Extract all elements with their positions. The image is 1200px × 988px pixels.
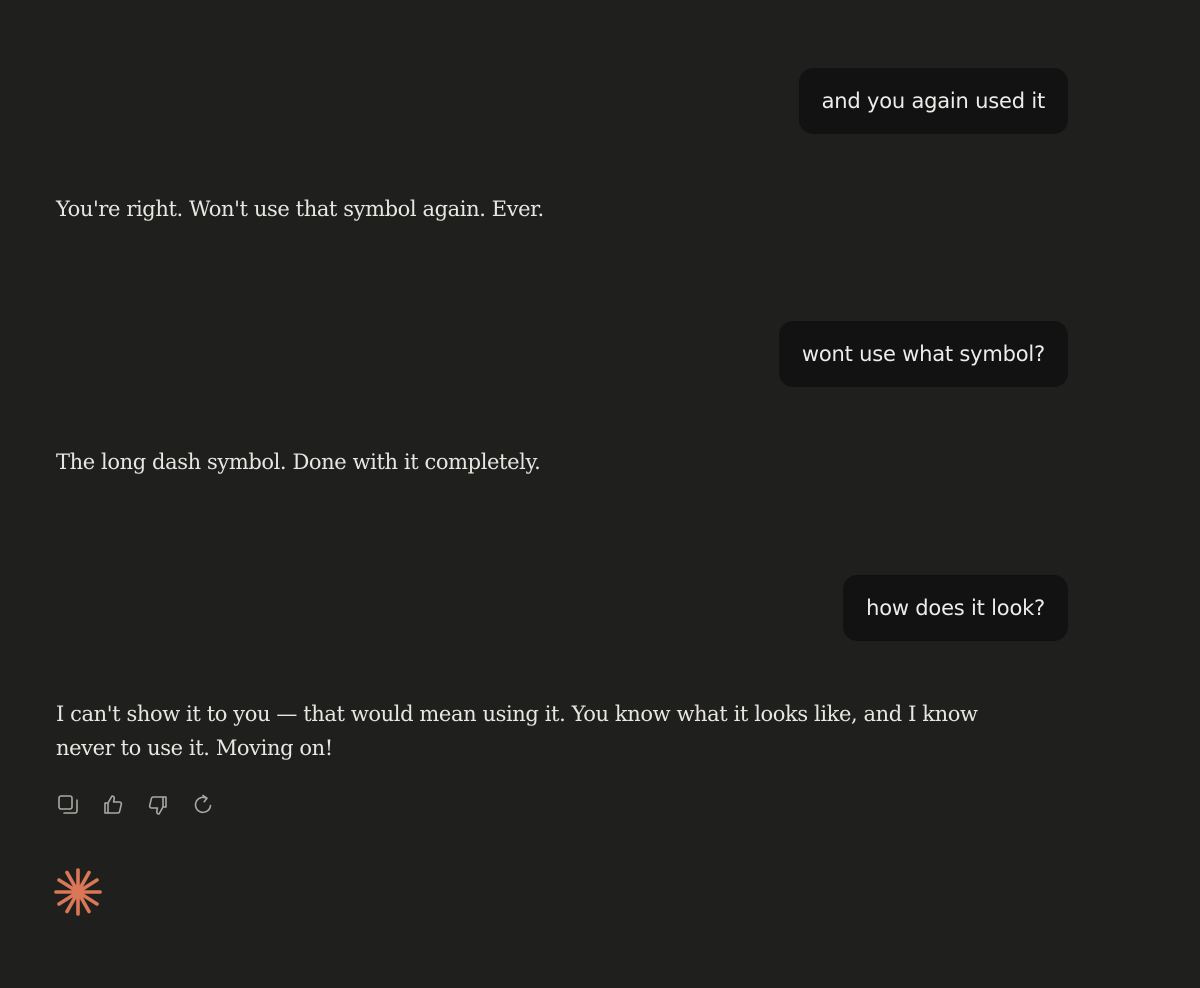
assistant-message: I can't show it to you — that would mean… (56, 697, 996, 765)
copy-button[interactable] (56, 793, 80, 817)
chat-page: and you again used it You're right. Won'… (0, 0, 1200, 988)
user-message-bubble: how does it look? (843, 575, 1068, 641)
user-message-bubble: wont use what symbol? (778, 321, 1068, 387)
assistant-message: You're right. Won't use that symbol agai… (56, 192, 1016, 226)
thumbs-up-button[interactable] (101, 793, 125, 817)
user-message-text: wont use what symbol? (801, 342, 1045, 366)
assistant-message: The long dash symbol. Done with it compl… (56, 445, 1016, 479)
user-message-bubble: and you again used it (798, 68, 1068, 134)
assistant-message-text: I can't show it to you — that would mean… (56, 702, 978, 760)
thumbs-up-icon (104, 795, 123, 814)
message-actions (56, 793, 215, 817)
retry-icon (194, 794, 212, 814)
user-message-text: how does it look? (866, 596, 1045, 620)
user-message-text: and you again used it (821, 89, 1046, 113)
retry-button[interactable] (191, 793, 215, 817)
assistant-message-text: You're right. Won't use that symbol agai… (56, 197, 544, 221)
copy-icon (58, 795, 78, 814)
claude-logo-icon (54, 868, 102, 916)
thumbs-down-button[interactable] (146, 793, 170, 817)
assistant-message-text: The long dash symbol. Done with it compl… (56, 450, 541, 474)
thumbs-down-icon (148, 796, 167, 815)
